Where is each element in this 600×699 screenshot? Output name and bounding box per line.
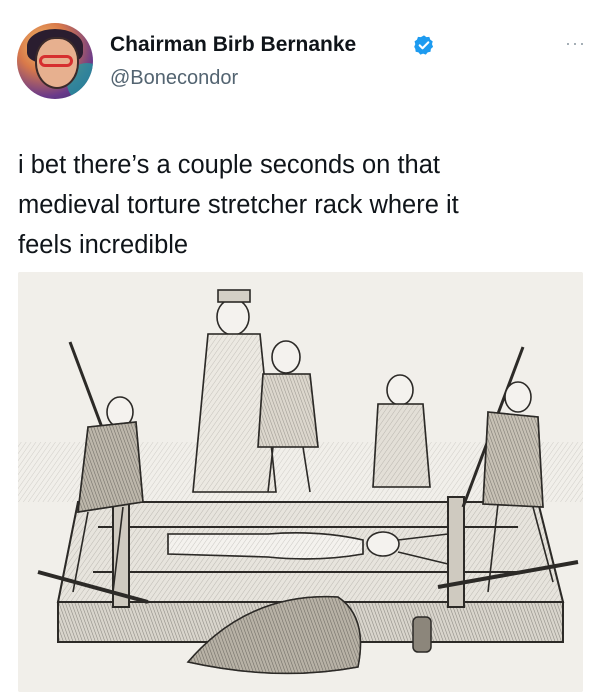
display-name[interactable]: Chairman Birb Bernanke xyxy=(110,33,356,57)
tweet-text-line: medieval torture stretcher rack where it xyxy=(18,191,459,219)
engraving-illustration xyxy=(18,272,583,692)
tweet-text: i bet there’s a couple seconds on that m… xyxy=(18,145,588,265)
tweet-text-line: i bet there’s a couple seconds on that xyxy=(18,151,440,179)
avatar[interactable] xyxy=(17,23,93,99)
tweet-text-line: feels incredible xyxy=(18,231,189,259)
user-handle[interactable]: @Bonecondor xyxy=(110,67,238,90)
more-options-button[interactable]: ··· xyxy=(565,34,586,52)
verified-badge-icon xyxy=(414,35,434,55)
tweet-media-image[interactable] xyxy=(18,272,583,692)
avatar-glasses xyxy=(39,55,73,67)
